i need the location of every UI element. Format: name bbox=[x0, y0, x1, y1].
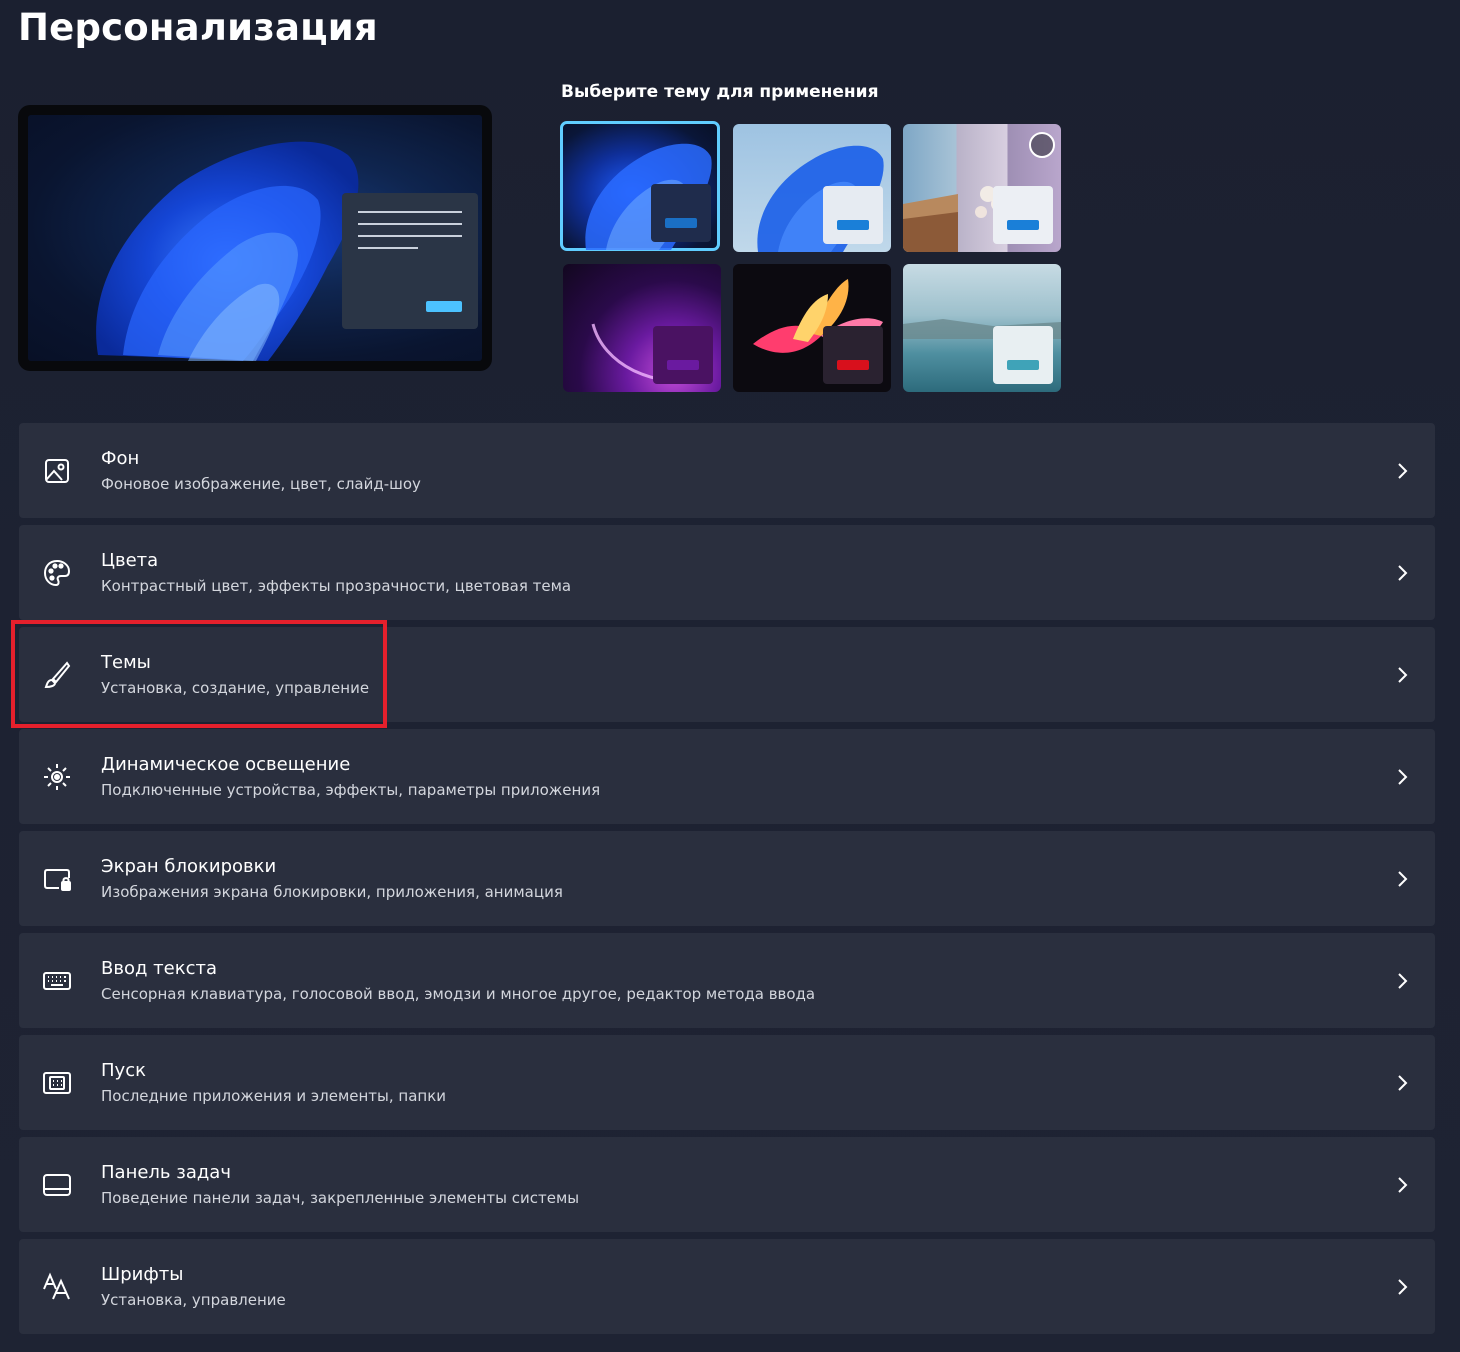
setting-row-themes[interactable]: Темы Установка, создание, управление bbox=[19, 627, 1435, 722]
theme-preview bbox=[18, 105, 492, 371]
setting-subtitle: Последние приложения и элементы, папки bbox=[101, 1087, 447, 1105]
theme-tile-glow[interactable] bbox=[563, 264, 721, 392]
setting-title: Фон bbox=[101, 448, 140, 469]
setting-title: Шрифты bbox=[101, 1264, 184, 1285]
setting-subtitle: Сенсорная клавиатура, голосовой ввод, эм… bbox=[101, 985, 816, 1003]
setting-subtitle: Поведение панели задач, закрепленные эле… bbox=[101, 1189, 580, 1207]
chevron-right-icon bbox=[1395, 1073, 1409, 1093]
theme-tile-light-bloom[interactable] bbox=[733, 124, 891, 252]
preview-accent-button bbox=[426, 301, 462, 312]
theme-tile-dark-bloom[interactable] bbox=[560, 121, 720, 251]
lock-screen-icon bbox=[41, 863, 73, 895]
setting-subtitle: Подключенные устройства, эффекты, параме… bbox=[101, 781, 601, 799]
chevron-right-icon bbox=[1395, 869, 1409, 889]
setting-row-taskbar[interactable]: Панель задач Поведение панели задач, зак… bbox=[19, 1137, 1435, 1232]
settings-list: Фон Фоновое изображение, цвет, слайд-шоу… bbox=[19, 423, 1435, 1341]
tile-window-preview bbox=[823, 186, 883, 244]
theme-tile-spotlight[interactable] bbox=[903, 124, 1061, 252]
tile-window-preview bbox=[823, 326, 883, 384]
setting-title: Динамическое освещение bbox=[101, 754, 351, 775]
setting-title: Панель задач bbox=[101, 1162, 231, 1183]
setting-subtitle: Установка, создание, управление bbox=[101, 679, 370, 697]
chevron-right-icon bbox=[1395, 665, 1409, 685]
themes-label: Выберите тему для применения bbox=[561, 82, 879, 102]
dynamic-lighting-icon bbox=[41, 761, 73, 793]
tile-accent bbox=[667, 360, 699, 370]
page-title: Персонализация bbox=[18, 6, 378, 49]
spotlight-badge-icon bbox=[1029, 132, 1055, 158]
setting-title: Цвета bbox=[101, 550, 159, 571]
setting-row-colors[interactable]: Цвета Контрастный цвет, эффекты прозрачн… bbox=[19, 525, 1435, 620]
tile-accent bbox=[1007, 220, 1039, 230]
tile-accent bbox=[1007, 360, 1039, 370]
palette-icon bbox=[41, 557, 73, 589]
fonts-icon bbox=[41, 1271, 73, 1303]
preview-window bbox=[342, 193, 478, 329]
setting-subtitle: Фоновое изображение, цвет, слайд-шоу bbox=[101, 475, 421, 493]
setting-row-background[interactable]: Фон Фоновое изображение, цвет, слайд-шоу bbox=[19, 423, 1435, 518]
preview-desktop bbox=[28, 115, 482, 361]
tile-accent bbox=[837, 360, 869, 370]
themes-grid bbox=[560, 121, 1065, 394]
taskbar-icon bbox=[41, 1169, 73, 1201]
start-icon bbox=[41, 1067, 73, 1099]
setting-row-start[interactable]: Пуск Последние приложения и элементы, па… bbox=[19, 1035, 1435, 1130]
tile-window-preview bbox=[993, 186, 1053, 244]
setting-row-text-input[interactable]: Ввод текста Сенсорная клавиатура, голосо… bbox=[19, 933, 1435, 1028]
chevron-right-icon bbox=[1395, 1175, 1409, 1195]
tile-accent bbox=[665, 218, 697, 228]
chevron-right-icon bbox=[1395, 563, 1409, 583]
setting-subtitle: Установка, управление bbox=[101, 1291, 286, 1309]
chevron-right-icon bbox=[1395, 971, 1409, 991]
keyboard-icon bbox=[41, 965, 73, 997]
setting-row-fonts[interactable]: Шрифты Установка, управление bbox=[19, 1239, 1435, 1334]
setting-row-lock-screen[interactable]: Экран блокировки Изображения экрана блок… bbox=[19, 831, 1435, 926]
setting-title: Пуск bbox=[101, 1060, 146, 1081]
setting-title: Экран блокировки bbox=[101, 856, 277, 877]
tile-window-preview bbox=[993, 326, 1053, 384]
tile-window-preview bbox=[653, 326, 713, 384]
setting-subtitle: Изображения экрана блокировки, приложени… bbox=[101, 883, 563, 901]
theme-tile-flow[interactable] bbox=[903, 264, 1061, 392]
chevron-right-icon bbox=[1395, 461, 1409, 481]
theme-tile-captured-motion[interactable] bbox=[733, 264, 891, 392]
chevron-right-icon bbox=[1395, 1277, 1409, 1297]
setting-title: Темы bbox=[101, 652, 151, 673]
background-image-icon bbox=[41, 455, 73, 487]
setting-subtitle: Контрастный цвет, эффекты прозрачности, … bbox=[101, 577, 572, 595]
setting-title: Ввод текста bbox=[101, 958, 217, 979]
chevron-right-icon bbox=[1395, 767, 1409, 787]
tile-accent bbox=[837, 220, 869, 230]
setting-row-dynamic-lighting[interactable]: Динамическое освещение Подключенные устр… bbox=[19, 729, 1435, 824]
brush-icon bbox=[41, 659, 73, 691]
tile-window-preview bbox=[651, 184, 711, 242]
